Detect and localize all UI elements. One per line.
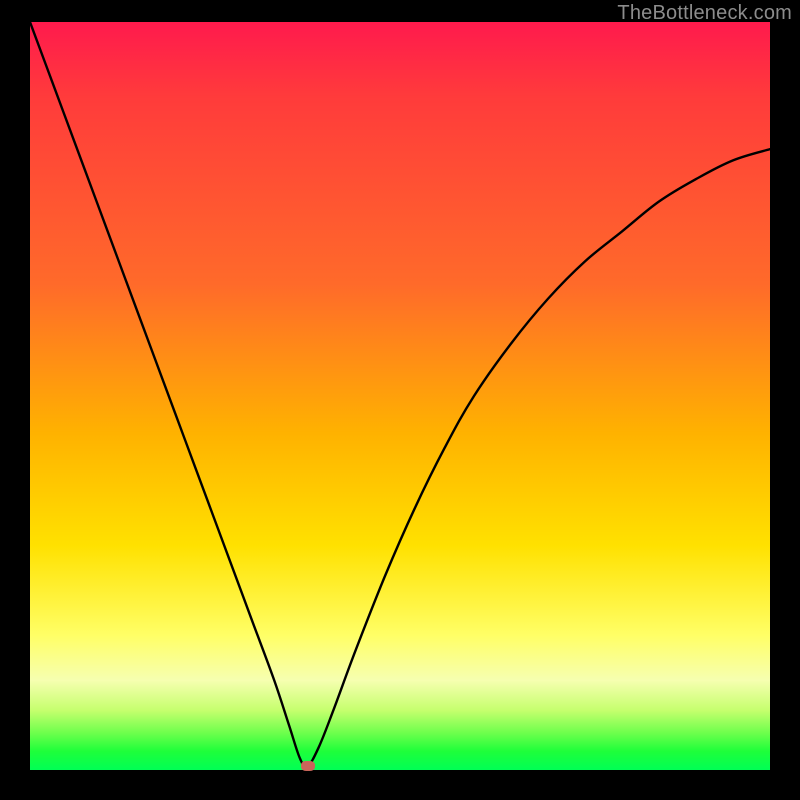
plot-area — [30, 22, 770, 770]
chart-frame: TheBottleneck.com — [0, 0, 800, 800]
bottleneck-curve — [30, 22, 770, 770]
bottleneck-curve-path — [30, 22, 770, 767]
optimal-point-marker — [301, 761, 315, 771]
watermark-text: TheBottleneck.com — [617, 2, 792, 25]
